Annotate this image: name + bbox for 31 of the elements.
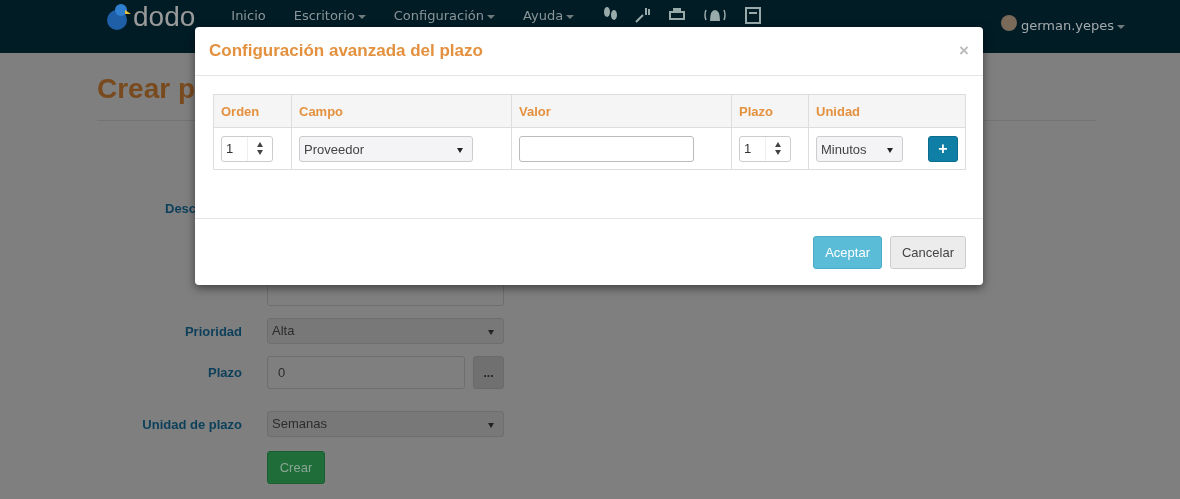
modal-title: Configuración avanzada del plazo: [209, 41, 483, 61]
number-field[interactable]: 1: [739, 135, 791, 162]
field-label: Unidad de plazo: [141, 416, 242, 432]
user-menu[interactable]: german.yepes: [1020, 18, 1125, 33]
document-icon[interactable]: [744, 6, 763, 24]
field-label: Prioridad: [183, 323, 242, 339]
nav-menu-item[interactable]: Inicio: [231, 8, 266, 23]
input-field[interactable]: 0: [267, 356, 465, 389]
select-field[interactable]: Proveedor: [299, 135, 473, 162]
field-label: Plazo: [207, 365, 242, 380]
add-button[interactable]: +: [928, 135, 958, 162]
column-header: Plazo: [731, 94, 809, 128]
nav-menu-item[interactable]: Escritorio: [293, 8, 366, 23]
page-title: Crear p: [97, 73, 197, 106]
column-header: Orden: [213, 94, 292, 128]
nav-menu-item[interactable]: Ayuda: [523, 8, 575, 23]
more-button[interactable]: ...: [473, 356, 504, 389]
field-label: Desc: [164, 201, 198, 216]
column-header: Unidad: [808, 94, 966, 128]
column-header: Valor: [511, 94, 732, 128]
select-field[interactable]: Alta: [267, 318, 504, 344]
cancel-button[interactable]: Cancelar: [889, 236, 966, 269]
logo-text[interactable]: dodo: [133, 3, 196, 31]
bird-logo-icon: [105, 2, 131, 32]
select-field[interactable]: Semanas: [267, 411, 504, 437]
value-field[interactable]: [519, 135, 694, 162]
column-header: Campo: [291, 94, 512, 128]
avatar-icon: [1000, 14, 1017, 31]
number-field[interactable]: 1: [221, 135, 273, 162]
nav-menu-item[interactable]: Configuración: [393, 8, 495, 23]
select-field[interactable]: Minutos: [816, 135, 903, 162]
